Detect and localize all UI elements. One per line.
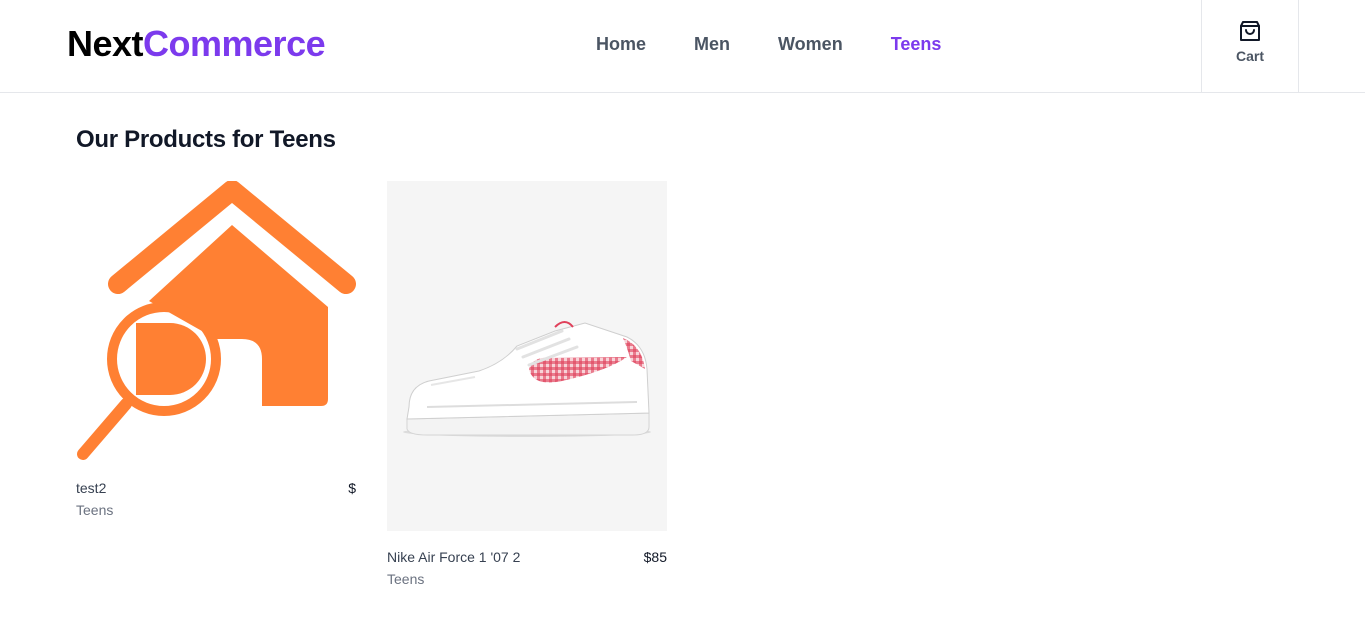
product-category: Teens — [76, 502, 114, 518]
cart-label: Cart — [1235, 48, 1264, 64]
logo[interactable]: NextCommerce — [67, 22, 326, 66]
product-category: Teens — [387, 571, 425, 587]
product-name: test2 — [76, 480, 107, 496]
nav-home[interactable]: Home — [596, 33, 646, 55]
product-card[interactable]: test2 $ Teens — [76, 181, 356, 518]
product-image — [76, 181, 356, 466]
product-meta: Nike Air Force 1 '07 2 $85 — [387, 549, 667, 565]
nav-men[interactable]: Men — [694, 33, 730, 55]
product-meta: test2 $ — [76, 480, 356, 496]
logo-part-commerce: Commerce — [143, 23, 326, 64]
product-price: $85 — [643, 549, 667, 565]
sneaker-image — [403, 321, 651, 437]
product-name: Nike Air Force 1 '07 2 — [387, 549, 521, 565]
house-search-icon — [77, 181, 356, 460]
site-header: NextCommerce Home Men Women Teens Cart — [0, 0, 1365, 93]
nav-teens[interactable]: Teens — [891, 33, 942, 55]
logo-part-next: Next — [67, 23, 144, 64]
page-title: Our Products for Teens — [76, 126, 336, 153]
shopping-bag-icon — [1240, 21, 1260, 41]
product-price: $ — [348, 480, 356, 496]
product-image — [387, 181, 667, 531]
product-card[interactable]: Nike Air Force 1 '07 2 $85 Teens — [387, 181, 667, 587]
cart-button[interactable]: Cart — [1201, 0, 1299, 93]
main-nav: Home Men Women Teens — [596, 33, 989, 55]
nav-women[interactable]: Women — [778, 33, 843, 55]
